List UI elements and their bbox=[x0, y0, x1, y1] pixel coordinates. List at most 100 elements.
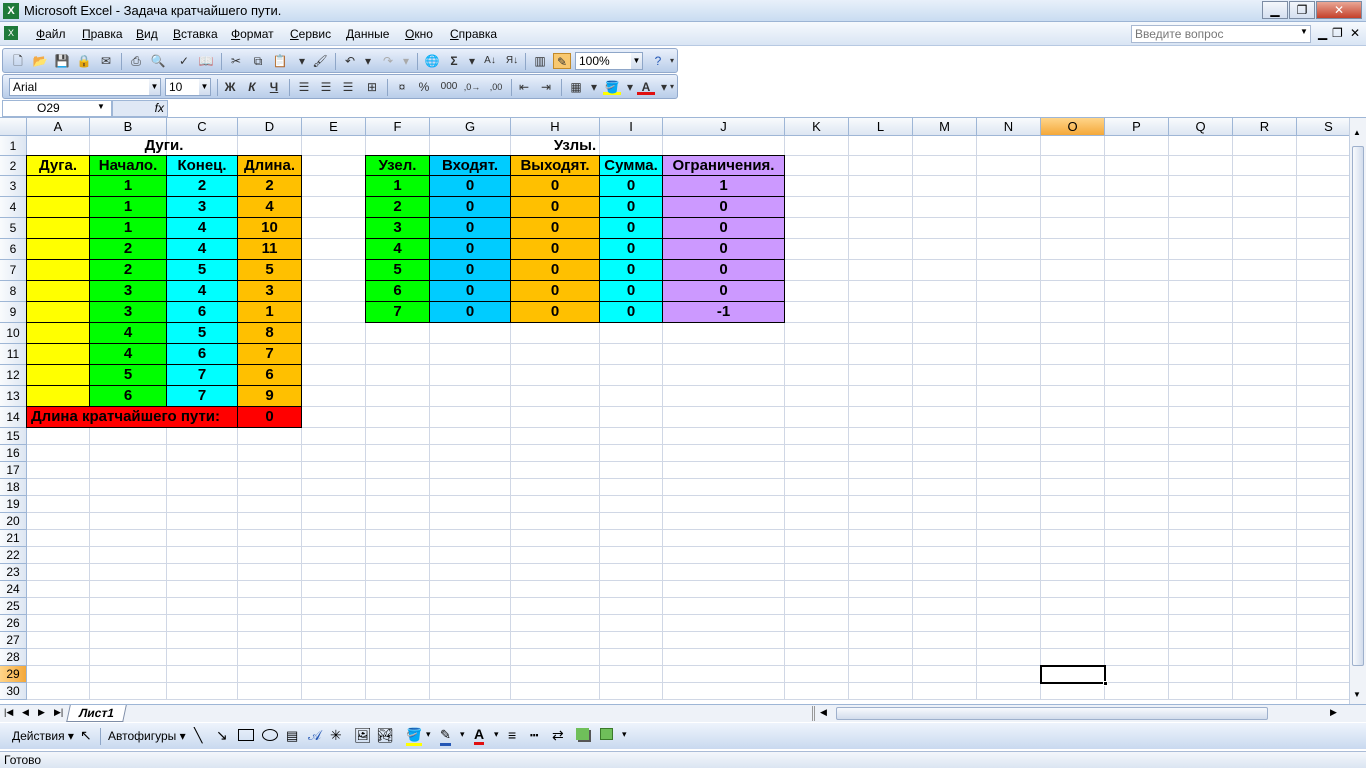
cell[interactable] bbox=[1233, 547, 1297, 564]
cell[interactable] bbox=[600, 407, 663, 428]
cell[interactable] bbox=[366, 386, 430, 407]
cell[interactable] bbox=[238, 496, 302, 513]
cell[interactable] bbox=[1105, 156, 1169, 176]
cell[interactable] bbox=[977, 281, 1041, 302]
cell[interactable] bbox=[1169, 239, 1233, 260]
cell[interactable] bbox=[1297, 428, 1349, 445]
cell[interactable] bbox=[1233, 615, 1297, 632]
cell[interactable] bbox=[785, 386, 849, 407]
cell[interactable] bbox=[600, 666, 663, 683]
cell[interactable] bbox=[849, 513, 913, 530]
nodes-data-cell[interactable]: 0 bbox=[663, 197, 785, 218]
nodes-data-cell[interactable]: 0 bbox=[511, 218, 600, 239]
cell[interactable] bbox=[785, 428, 849, 445]
cell[interactable] bbox=[785, 156, 849, 176]
cell[interactable] bbox=[1041, 197, 1105, 218]
cell[interactable] bbox=[1105, 445, 1169, 462]
cell[interactable] bbox=[600, 462, 663, 479]
cell[interactable] bbox=[302, 649, 366, 666]
cell[interactable] bbox=[1041, 176, 1105, 197]
cell[interactable] bbox=[600, 513, 663, 530]
cell[interactable] bbox=[1105, 302, 1169, 323]
cell[interactable] bbox=[1297, 176, 1349, 197]
cell[interactable] bbox=[785, 462, 849, 479]
cell[interactable] bbox=[849, 564, 913, 581]
permission-icon[interactable]: 🔒 bbox=[75, 53, 93, 69]
cell[interactable] bbox=[977, 513, 1041, 530]
column-header[interactable]: Q bbox=[1169, 118, 1233, 136]
cell[interactable] bbox=[1297, 649, 1349, 666]
cell[interactable] bbox=[302, 136, 366, 156]
cell[interactable] bbox=[366, 547, 430, 564]
cell[interactable] bbox=[1297, 156, 1349, 176]
cell[interactable] bbox=[785, 530, 849, 547]
nodes-data-cell[interactable]: 0 bbox=[600, 197, 663, 218]
cell[interactable] bbox=[1233, 564, 1297, 581]
cell[interactable] bbox=[1297, 581, 1349, 598]
cell[interactable] bbox=[663, 445, 785, 462]
cell[interactable] bbox=[430, 407, 511, 428]
arcs-data-cell[interactable]: 2 bbox=[238, 176, 302, 197]
nodes-header-cell[interactable]: Ограничения. bbox=[663, 156, 785, 176]
nodes-data-cell[interactable]: 0 bbox=[663, 260, 785, 281]
cell[interactable] bbox=[27, 445, 90, 462]
cell[interactable] bbox=[1105, 239, 1169, 260]
arcs-data-cell[interactable] bbox=[27, 323, 90, 344]
cell[interactable] bbox=[167, 581, 238, 598]
cell[interactable] bbox=[167, 598, 238, 615]
cell[interactable] bbox=[913, 239, 977, 260]
cell[interactable] bbox=[785, 615, 849, 632]
cell[interactable] bbox=[977, 260, 1041, 281]
cell[interactable] bbox=[302, 462, 366, 479]
cell[interactable] bbox=[1297, 513, 1349, 530]
cell[interactable] bbox=[977, 632, 1041, 649]
row-header[interactable]: 9 bbox=[0, 302, 27, 323]
row-header[interactable]: 12 bbox=[0, 365, 27, 386]
row-header[interactable]: 14 bbox=[0, 407, 27, 428]
cell[interactable] bbox=[1297, 407, 1349, 428]
cell[interactable] bbox=[1297, 365, 1349, 386]
cell[interactable] bbox=[913, 666, 977, 683]
row-header[interactable]: 25 bbox=[0, 598, 27, 615]
cell[interactable] bbox=[977, 530, 1041, 547]
arcs-data-cell[interactable]: 3 bbox=[167, 197, 238, 218]
cell[interactable] bbox=[1297, 445, 1349, 462]
arcs-data-cell[interactable] bbox=[27, 344, 90, 365]
cell[interactable] bbox=[27, 615, 90, 632]
arcs-data-cell[interactable]: 1 bbox=[90, 218, 167, 239]
row-header[interactable]: 15 bbox=[0, 428, 27, 445]
cell[interactable] bbox=[302, 683, 366, 700]
cell[interactable] bbox=[1041, 479, 1105, 496]
cell[interactable] bbox=[366, 479, 430, 496]
arcs-data-cell[interactable] bbox=[27, 239, 90, 260]
cell[interactable] bbox=[1169, 260, 1233, 281]
cell[interactable] bbox=[1233, 344, 1297, 365]
row-header[interactable]: 13 bbox=[0, 386, 27, 407]
arcs-data-cell[interactable]: 7 bbox=[167, 386, 238, 407]
cell[interactable] bbox=[1105, 564, 1169, 581]
cell[interactable] bbox=[600, 530, 663, 547]
cell[interactable] bbox=[90, 666, 167, 683]
cell[interactable] bbox=[1233, 632, 1297, 649]
cell[interactable] bbox=[238, 513, 302, 530]
nodes-data-cell[interactable]: 0 bbox=[663, 239, 785, 260]
align-left-icon[interactable]: ☰ bbox=[295, 79, 313, 95]
help-dropdown-icon[interactable]: ▼ bbox=[1300, 27, 1308, 36]
cell[interactable] bbox=[302, 547, 366, 564]
cell[interactable] bbox=[1233, 302, 1297, 323]
cell[interactable] bbox=[913, 218, 977, 239]
thousands-button[interactable]: 000 bbox=[437, 79, 461, 95]
cell[interactable] bbox=[849, 683, 913, 700]
nodes-data-cell[interactable]: 0 bbox=[430, 197, 511, 218]
cell[interactable] bbox=[849, 666, 913, 683]
name-box-dropdown-icon[interactable]: ▼ bbox=[97, 102, 105, 111]
cell[interactable] bbox=[849, 581, 913, 598]
cell[interactable] bbox=[663, 386, 785, 407]
arcs-data-cell[interactable]: 3 bbox=[238, 281, 302, 302]
cell[interactable] bbox=[785, 496, 849, 513]
cell[interactable] bbox=[913, 386, 977, 407]
nodes-header-cell[interactable]: Узел. bbox=[366, 156, 430, 176]
nodes-data-cell[interactable]: 2 bbox=[366, 197, 430, 218]
cell[interactable] bbox=[1041, 136, 1105, 156]
cell[interactable] bbox=[430, 530, 511, 547]
